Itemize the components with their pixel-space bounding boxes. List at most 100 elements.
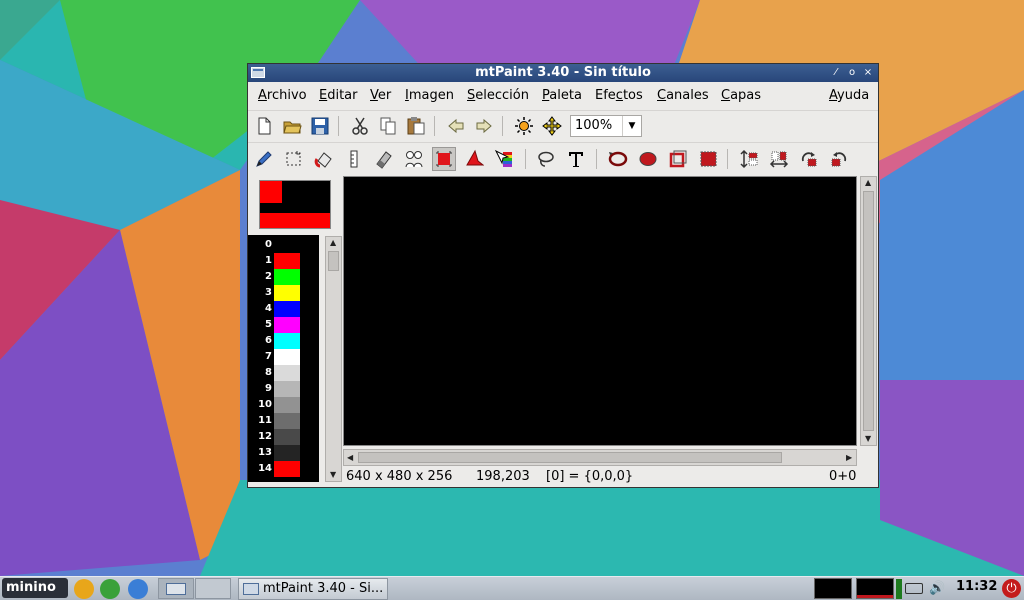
zoom-combo[interactable]: 100% ▼ <box>570 115 642 137</box>
color-preview[interactable] <box>259 180 331 229</box>
palette-entry[interactable]: 9 <box>248 381 300 397</box>
line-tool-icon[interactable] <box>342 147 366 171</box>
desktop-workspace-2[interactable] <box>195 578 231 599</box>
palette-entry[interactable]: 8 <box>248 365 300 381</box>
close-button[interactable]: × <box>861 65 875 80</box>
rect-filled-icon[interactable] <box>696 147 720 171</box>
flood-fill-icon[interactable] <box>312 147 336 171</box>
palette-entry[interactable]: 12 <box>248 429 300 445</box>
web-browser-icon[interactable] <box>100 579 120 599</box>
menu-ayuda[interactable]: Ayuda <box>829 88 869 103</box>
menu-capas[interactable]: Capas <box>721 88 761 103</box>
selection-rect-icon[interactable] <box>282 147 306 171</box>
save-icon[interactable] <box>308 114 332 138</box>
scroll-up-icon[interactable]: ▲ <box>865 178 871 187</box>
redo-icon[interactable] <box>472 114 496 138</box>
menu-archivo[interactable]: Archivo <box>258 88 307 103</box>
menu-ver[interactable]: Ver <box>370 88 391 103</box>
palette-swatch[interactable] <box>274 365 300 381</box>
palette-list[interactable]: 0 1 2 3 4 5 6 7 8 9 10 11 12 13 14 <box>248 235 319 482</box>
palette-entry[interactable]: 3 <box>248 285 300 301</box>
palette-swatch[interactable] <box>274 413 300 429</box>
clone-icon[interactable] <box>402 147 426 171</box>
palette-swatch[interactable] <box>274 285 300 301</box>
more-apps-icon[interactable] <box>128 579 148 599</box>
open-folder-icon[interactable] <box>280 114 304 138</box>
desktop-workspace-1[interactable] <box>158 578 194 599</box>
menu-imagen[interactable]: Imagen <box>405 88 454 103</box>
keyboard-icon[interactable] <box>905 583 923 594</box>
palette-swatch[interactable] <box>274 253 300 269</box>
menu-paleta[interactable]: Paleta <box>542 88 582 103</box>
cut-icon[interactable] <box>348 114 372 138</box>
palette-entry[interactable]: 13 <box>248 445 300 461</box>
palette-entry[interactable]: 4 <box>248 301 300 317</box>
primary-color-swatch[interactable] <box>260 181 282 203</box>
ellipse-outline-icon[interactable] <box>606 147 630 171</box>
taskbar-window-button[interactable]: mtPaint 3.40 - Si... <box>238 578 388 600</box>
text-tool-icon[interactable] <box>564 147 588 171</box>
horizontal-scroll-thumb[interactable] <box>358 452 782 463</box>
palette-swatch[interactable] <box>274 269 300 285</box>
palette-entry[interactable]: 11 <box>248 413 300 429</box>
menu-editar[interactable]: Editar <box>319 88 358 103</box>
scroll-right-icon[interactable]: ▶ <box>846 453 852 462</box>
menu-seleccion[interactable]: Selección <box>467 88 529 103</box>
palette-swatch[interactable] <box>274 429 300 445</box>
start-menu-button[interactable]: minino <box>2 578 68 598</box>
clock[interactable]: 11:32 <box>956 579 997 594</box>
volume-icon[interactable]: 🔊 <box>929 581 945 596</box>
palette-entry[interactable]: 1 <box>248 253 300 269</box>
shape-tool-icon[interactable] <box>462 147 486 171</box>
rect-outline-icon[interactable] <box>666 147 690 171</box>
vertical-scroll-thumb[interactable] <box>863 191 874 431</box>
lasso-icon[interactable] <box>534 147 558 171</box>
palette-scrollbar[interactable]: ▲ ▼ <box>325 236 342 482</box>
palette-entry[interactable]: 2 <box>248 269 300 285</box>
menu-canales[interactable]: Canales <box>657 88 709 103</box>
ellipse-filled-icon[interactable] <box>636 147 660 171</box>
scroll-down-icon[interactable]: ▼ <box>865 434 871 443</box>
palette-swatch[interactable] <box>274 381 300 397</box>
power-icon[interactable]: ⏻ <box>1002 579 1021 598</box>
minimize-button[interactable]: ⁄ <box>829 65 843 80</box>
file-manager-icon[interactable] <box>74 579 94 599</box>
palette-swatch[interactable] <box>274 333 300 349</box>
menu-efectos[interactable]: Efectos <box>595 88 643 103</box>
rotate-clockwise-icon[interactable] <box>797 147 821 171</box>
new-file-icon[interactable] <box>252 114 276 138</box>
scroll-left-icon[interactable]: ◀ <box>347 453 353 462</box>
palette-index: 4 <box>265 303 272 314</box>
chevron-down-icon[interactable]: ▼ <box>622 116 641 136</box>
palette-entry[interactable]: 10 <box>248 397 300 413</box>
palette-scroll-thumb[interactable] <box>328 251 339 271</box>
color-picker-icon[interactable] <box>492 147 516 171</box>
palette-swatch[interactable] <box>274 397 300 413</box>
scroll-up-icon[interactable]: ▲ <box>330 238 336 247</box>
drawing-canvas[interactable] <box>343 176 857 446</box>
palette-entry[interactable]: 7 <box>248 349 300 365</box>
canvas-horizontal-scrollbar[interactable]: ◀ ▶ <box>343 449 857 466</box>
palette-entry[interactable]: 5 <box>248 317 300 333</box>
pencil-icon[interactable] <box>252 147 276 171</box>
palette-swatch[interactable] <box>274 237 300 253</box>
flip-vertical-icon[interactable] <box>737 147 761 171</box>
eraser-icon[interactable] <box>372 147 396 171</box>
canvas-vertical-scrollbar[interactable]: ▲ ▼ <box>860 176 877 446</box>
paste-icon[interactable] <box>404 114 428 138</box>
undo-icon[interactable] <box>444 114 468 138</box>
palette-swatch[interactable] <box>274 445 300 461</box>
palette-swatch[interactable] <box>274 301 300 317</box>
palette-swatch[interactable] <box>274 349 300 365</box>
brightness-sun-icon[interactable] <box>512 114 536 138</box>
flip-horizontal-icon[interactable] <box>767 147 791 171</box>
copy-icon[interactable] <box>376 114 400 138</box>
title-bar[interactable]: mtPaint 3.40 - Sin título ⁄ o × <box>248 64 878 82</box>
paste-selection-icon[interactable] <box>432 147 456 171</box>
palette-entry[interactable]: 6 <box>248 333 300 349</box>
pan-move-icon[interactable] <box>540 114 564 138</box>
palette-swatch[interactable] <box>274 317 300 333</box>
rotate-counterclockwise-icon[interactable] <box>827 147 851 171</box>
palette-entry[interactable]: 0 <box>248 237 300 253</box>
maximize-button[interactable]: o <box>845 65 859 80</box>
